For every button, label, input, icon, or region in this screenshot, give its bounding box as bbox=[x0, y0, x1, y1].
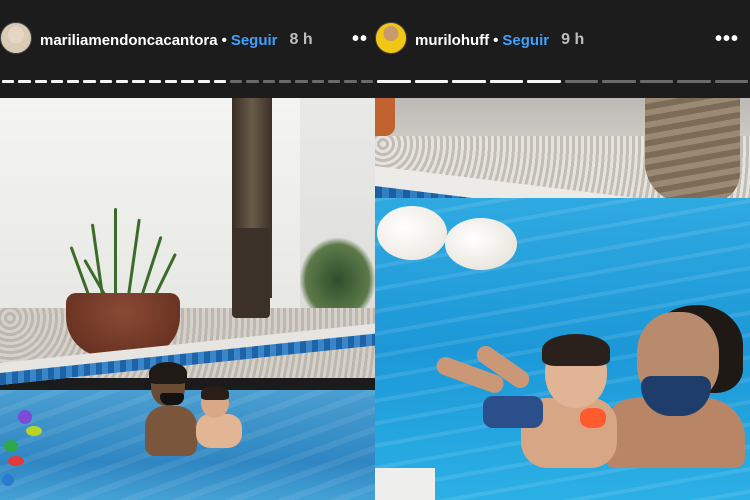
mother-body bbox=[145, 406, 197, 456]
progress-segment bbox=[527, 80, 561, 83]
baby-swim-shorts bbox=[483, 396, 543, 428]
progress-segment bbox=[230, 80, 243, 83]
progress-segment bbox=[132, 80, 145, 83]
pool-float bbox=[445, 218, 517, 270]
mother-hair bbox=[149, 362, 187, 384]
pool-float bbox=[377, 206, 447, 260]
progress-segment bbox=[262, 80, 276, 83]
progress-segment bbox=[2, 80, 15, 83]
post-time: 9 h bbox=[561, 31, 585, 48]
story-progress-bar bbox=[0, 80, 375, 83]
progress-segment bbox=[279, 80, 292, 83]
progress-segment bbox=[164, 80, 178, 83]
story-photo bbox=[0, 98, 375, 500]
progress-segment bbox=[83, 80, 96, 83]
more-dots-icon[interactable]: ••• bbox=[715, 28, 739, 51]
post-time: 8 h bbox=[289, 31, 313, 48]
story-panel-right[interactable]: murilohuff • Seguir 9 h ••• bbox=[375, 0, 750, 500]
user-row: mariliamendoncacantora • Seguir 8 h bbox=[40, 31, 313, 49]
story-header: murilohuff • Seguir 9 h ••• bbox=[375, 0, 750, 98]
progress-segment bbox=[327, 80, 341, 83]
story-header: mariliamendoncacantora • Seguir 8 h •• bbox=[0, 0, 375, 98]
separator-dot: • bbox=[221, 31, 227, 49]
progress-segment bbox=[639, 80, 673, 83]
user-avatar[interactable] bbox=[0, 22, 32, 54]
potted-plant bbox=[69, 208, 177, 304]
progress-segment bbox=[344, 80, 357, 83]
progress-segment bbox=[714, 80, 748, 83]
follow-button[interactable]: Seguir bbox=[231, 32, 278, 49]
plant-stem bbox=[126, 218, 141, 304]
orange-toy bbox=[580, 408, 606, 428]
progress-segment bbox=[34, 80, 47, 83]
progress-segment bbox=[360, 80, 373, 83]
username-link[interactable]: mariliamendoncacantora bbox=[40, 32, 218, 49]
progress-segment bbox=[602, 80, 636, 83]
progress-segment bbox=[246, 80, 259, 83]
progress-segment bbox=[414, 80, 448, 83]
follow-button[interactable]: Seguir bbox=[502, 32, 549, 49]
progress-segment bbox=[213, 80, 227, 83]
separator-dot: • bbox=[493, 31, 499, 49]
palm-trunk-base bbox=[232, 228, 270, 318]
progress-segment bbox=[99, 80, 113, 83]
progress-segment bbox=[452, 80, 486, 83]
palm-trunk bbox=[645, 98, 740, 203]
user-avatar[interactable] bbox=[375, 22, 407, 54]
progress-segment bbox=[148, 80, 161, 83]
baby-hair bbox=[542, 334, 610, 366]
face-mask bbox=[160, 393, 184, 405]
baby-body bbox=[196, 414, 242, 448]
shrub bbox=[300, 238, 375, 308]
progress-segment bbox=[311, 80, 324, 83]
baby-hair bbox=[201, 386, 229, 400]
user-row: murilohuff • Seguir 9 h bbox=[415, 31, 584, 49]
more-dots-icon[interactable]: •• bbox=[352, 28, 368, 51]
story-photo bbox=[375, 98, 750, 500]
progress-segment bbox=[50, 80, 64, 83]
progress-segment bbox=[489, 80, 523, 83]
progress-segment bbox=[197, 80, 210, 83]
progress-segment bbox=[116, 80, 129, 83]
progress-segment bbox=[564, 80, 598, 83]
orange-pot bbox=[375, 98, 395, 136]
pool-edge bbox=[375, 468, 435, 500]
progress-segment bbox=[677, 80, 711, 83]
progress-segment bbox=[18, 80, 31, 83]
progress-segment bbox=[67, 80, 80, 83]
story-panel-left[interactable]: mariliamendoncacantora • Seguir 8 h •• bbox=[0, 0, 375, 500]
progress-segment bbox=[377, 80, 411, 83]
pool-toys bbox=[0, 408, 44, 498]
username-link[interactable]: murilohuff bbox=[415, 32, 489, 49]
story-progress-bar bbox=[375, 80, 750, 83]
progress-segment bbox=[295, 80, 308, 83]
progress-segment bbox=[181, 80, 194, 83]
plant-stem bbox=[114, 208, 117, 303]
